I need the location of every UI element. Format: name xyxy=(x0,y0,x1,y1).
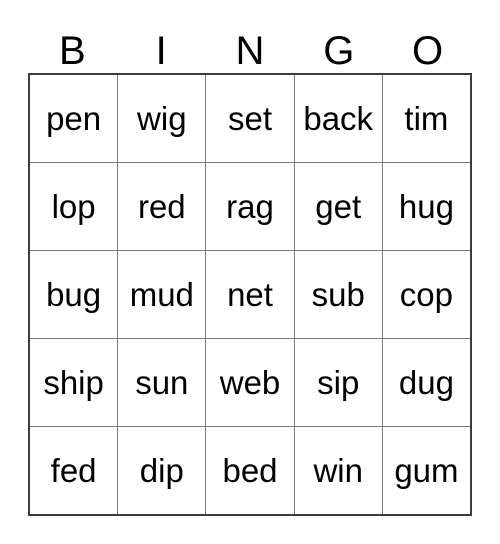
bingo-cell-label: sip xyxy=(317,363,360,401)
bingo-cell-label: wig xyxy=(137,99,187,137)
bingo-header-letter-g: G xyxy=(323,29,355,73)
bingo-header-letter-o: O xyxy=(412,29,444,73)
bingo-cell-label: gum xyxy=(394,451,459,489)
bingo-cell-label: win xyxy=(313,451,363,489)
bingo-cell-i1[interactable]: wig xyxy=(118,75,207,162)
bingo-header-letter-i: I xyxy=(155,29,167,73)
bingo-cell-b4[interactable]: ship xyxy=(30,339,119,426)
bingo-cell-label: back xyxy=(303,99,374,137)
bingo-cell-g3[interactable]: sub xyxy=(295,251,383,338)
bingo-cell-label: red xyxy=(137,187,186,225)
bingo-cell-label: bug xyxy=(46,275,102,313)
bingo-cell-b3[interactable]: bug xyxy=(30,251,119,338)
bingo-cell-o5[interactable]: gum xyxy=(383,427,470,514)
bingo-cell-label: pen xyxy=(46,99,102,137)
bingo-cell-n1[interactable]: set xyxy=(206,75,295,162)
bingo-cell-label: fed xyxy=(50,451,97,489)
bingo-cell-b2[interactable]: lop xyxy=(30,163,119,250)
bingo-grid-row: bug mud net sub cop xyxy=(30,251,470,339)
bingo-cell-label: get xyxy=(315,187,362,225)
bingo-cell-i4[interactable]: sun xyxy=(118,339,207,426)
bingo-cell-label: dip xyxy=(139,451,184,489)
bingo-cell-label: ship xyxy=(43,363,104,401)
bingo-cell-label: cop xyxy=(399,275,454,313)
bingo-cell-o2[interactable]: hug xyxy=(383,163,470,250)
bingo-cell-g4[interactable]: sip xyxy=(295,339,383,426)
bingo-cell-b1[interactable]: pen xyxy=(30,75,119,162)
bingo-header-letter-n: N xyxy=(235,29,265,73)
bingo-grid-row: lop red rag get hug xyxy=(30,163,470,251)
bingo-cell-o3[interactable]: cop xyxy=(383,251,470,338)
bingo-cell-b5[interactable]: fed xyxy=(30,427,119,514)
bingo-cell-label: sub xyxy=(311,275,365,313)
bingo-cell-n4[interactable]: web xyxy=(206,339,295,426)
bingo-cell-label: bed xyxy=(222,451,278,489)
bingo-card: B I N G O pen wig set back tim lop red r… xyxy=(0,0,500,544)
bingo-cell-label: net xyxy=(227,275,273,313)
bingo-cell-g5[interactable]: win xyxy=(295,427,383,514)
bingo-header-row: B I N G O xyxy=(28,24,472,72)
bingo-cell-g2[interactable]: get xyxy=(295,163,383,250)
bingo-cell-label: lop xyxy=(51,187,96,225)
bingo-cell-n5[interactable]: bed xyxy=(206,427,295,514)
bingo-cell-label: web xyxy=(219,363,281,401)
bingo-grid-row: ship sun web sip dug xyxy=(30,339,470,427)
bingo-grid: pen wig set back tim lop red rag get hug… xyxy=(28,73,472,516)
bingo-cell-label: set xyxy=(227,99,273,137)
bingo-cell-label: hug xyxy=(398,187,454,225)
bingo-grid-row: pen wig set back tim xyxy=(30,75,470,163)
bingo-cell-n3[interactable]: net xyxy=(206,251,295,338)
bingo-cell-label: sun xyxy=(135,363,189,401)
bingo-cell-i5[interactable]: dip xyxy=(118,427,207,514)
bingo-cell-g1[interactable]: back xyxy=(295,75,383,162)
bingo-cell-i3[interactable]: mud xyxy=(118,251,207,338)
bingo-header-letter-b: B xyxy=(59,29,86,73)
bingo-cell-n2[interactable]: rag xyxy=(206,163,295,250)
bingo-cell-i2[interactable]: red xyxy=(118,163,207,250)
bingo-cell-label: mud xyxy=(129,275,194,313)
bingo-cell-label: rag xyxy=(226,187,274,225)
bingo-cell-label: dug xyxy=(398,363,454,401)
bingo-cell-o4[interactable]: dug xyxy=(383,339,470,426)
bingo-grid-row: fed dip bed win gum xyxy=(30,427,470,514)
bingo-cell-o1[interactable]: tim xyxy=(383,75,470,162)
bingo-cell-label: tim xyxy=(404,99,449,137)
